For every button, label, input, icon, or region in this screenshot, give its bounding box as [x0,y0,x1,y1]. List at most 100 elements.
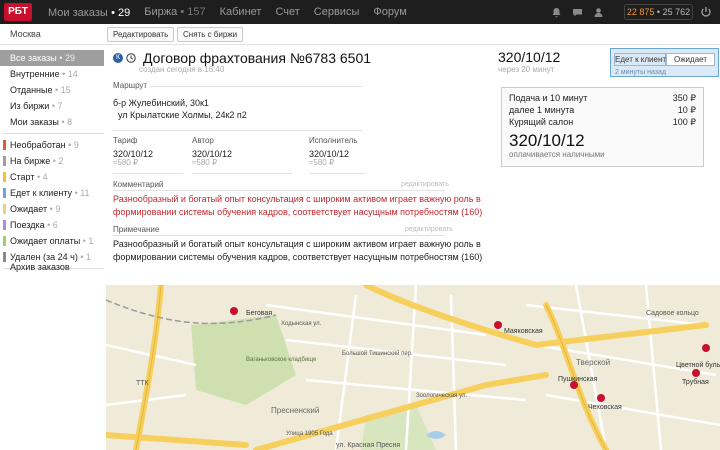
note-line: Разнообразный и богатый опыт консультаци… [113,239,481,249]
sidebar-item-label: Поездка [10,220,45,230]
sidebar-item-status[interactable]: Ожидает • 9 [0,201,104,217]
sidebar-item-label: Ожидает оплаты [10,236,81,246]
power-icon[interactable] [700,6,712,18]
chat-icon[interactable] [572,7,583,18]
balance-badge[interactable]: 22 875 • 25 762 [624,4,693,20]
user-icon[interactable] [593,7,604,18]
note-line: формировании системы обучения кадров, со… [113,252,483,262]
archive-link[interactable]: Архив заказов [10,262,70,272]
price-receipt: Подача и 10 минут 350 ₽ далее 1 минута 10 … [501,87,704,167]
order-type-badge: К [113,53,123,63]
sidebar-item-count: 4 [42,172,48,182]
sidebar-item-count: 6 [52,220,58,230]
sidebar-item-count: 11 [80,188,90,198]
map-label: ТТК [136,380,150,387]
map-label: Зоологическая ул. [416,393,467,399]
order-time: 320/10/12 [498,49,561,65]
sub-bar: Москва Редактировать Снять с биржи [0,24,720,45]
sidebar-item-count: 15 [60,85,71,95]
status-next-button[interactable]: Ожидает [666,53,715,66]
edit-order-button[interactable]: Редактировать [107,27,175,42]
nav-label: Мои заказы [48,7,108,19]
sidebar-item-from-exchange[interactable]: Из биржи • 7 [0,98,104,114]
note-edit-link[interactable]: редактировать [405,226,453,233]
order-created: создан сегодня в 16:40 [139,65,225,74]
sidebar-item-label: На бирже [10,156,51,166]
status-color-bar [3,140,6,150]
top-icons [551,0,604,24]
sidebar-item-count: 1 [86,252,92,262]
sidebar-item-label: Старт [10,172,35,182]
divider [192,173,292,174]
balance-primary: 22 875 [626,7,655,17]
nav-cabinet[interactable]: Кабинет [220,6,262,18]
comment-edit-link[interactable]: редактировать [401,181,449,188]
map-label: Ходынская ул. [281,321,322,327]
nav-forum[interactable]: Форум [373,6,406,18]
status-color-bar [3,172,6,182]
sidebar-item-status[interactable]: Ожидает оплаты • 1 [0,233,104,249]
remove-from-exchange-button[interactable]: Снять с биржи [177,27,244,42]
author-label: Автор [192,136,214,145]
map-label: Маяковская [504,328,543,335]
city-selector[interactable]: Москва [10,29,41,39]
sidebar-item-count: 7 [57,101,63,111]
receipt-total: 320/10/12 [509,131,585,150]
sidebar: Все заказы • 29 Внутренние • 14 Отданные… [0,50,104,272]
logo[interactable]: РБТ [4,3,32,21]
map-label: Большой Тишинский пер. [342,350,413,357]
sidebar-item-label: Ожидает [10,204,48,214]
sidebar-item-mine[interactable]: Мои заказы • 8 [0,114,104,130]
sidebar-item-status[interactable]: На бирже • 2 [0,153,104,169]
sidebar-item-all[interactable]: Все заказы • 29 [0,50,104,66]
status-color-bar [3,236,6,246]
divider [309,173,365,174]
sidebar-item-internal[interactable]: Внутренние • 14 [0,66,104,82]
sidebar-item-given[interactable]: Отданные • 15 [0,82,104,98]
receipt-row: далее 1 минута 10 ₽ [509,105,696,116]
note-label: Примечание [113,225,160,234]
divider [113,130,363,131]
executor-label: Исполнитель [309,136,358,145]
sidebar-item-status[interactable]: Старт • 4 [0,169,104,185]
receipt-row: Подача и 10 минут 350 ₽ [509,93,696,104]
status-current-button[interactable]: Едет к клиенту [614,53,670,66]
nav-exchange[interactable]: Биржа • 157 [144,6,205,18]
sidebar-item-label: Необработан [10,140,66,150]
receipt-row-label: Подача и 10 минут [509,93,588,103]
comment-line: формировании системы обучения кадров, со… [113,207,483,217]
divider [113,173,183,174]
status-note: 2 минуты назад [615,69,666,76]
receipt-row: Курящий салон 100 ₽ [509,117,696,128]
map-label: Цветной бульвар [676,361,720,369]
sidebar-item-count: 9 [73,140,79,150]
bell-icon[interactable] [551,7,562,18]
sidebar-item-status[interactable]: Необработан • 9 [0,137,104,153]
receipt-row-value: 10 ₽ [677,105,696,115]
map-label: Трубная [682,378,709,386]
sidebar-item-count: 29 [64,53,75,63]
sidebar-item-status[interactable]: Поездка • 6 [0,217,104,233]
map-label: Улица 1905 Года [286,431,333,437]
sidebar-item-count: 14 [67,69,78,79]
order-detail: К Договор фрахтования №6783 6501 создан … [106,45,720,285]
nav-services[interactable]: Сервисы [314,6,360,18]
order-title-row: К Договор фрахтования №6783 6501 [113,50,371,66]
status-color-bar [3,156,6,166]
comment-line: Разнообразный и богатый опыт консультаци… [113,194,481,204]
receipt-row-value: 100 ₽ [672,117,696,127]
sidebar-item-label: Мои заказы [10,117,59,127]
nav-my-orders[interactable]: Мои заказы • 29 [48,5,130,19]
route-map[interactable]: Беговая Маяковская Цветной бульвар Трубн… [106,285,720,450]
sidebar-item-count: 8 [67,117,73,127]
comment-label: Комментарий [113,180,164,189]
tariff-label: Тариф [113,136,138,145]
order-title: Договор фрахтования №6783 6501 [143,50,372,66]
sidebar-item-label: Удален (за 24 ч) [10,252,78,262]
nav-account[interactable]: Счет [275,6,299,18]
receipt-payment: оплачивается наличными [509,150,605,159]
map-label: Пресненский [271,406,319,415]
sidebar-item-status[interactable]: Едет к клиенту • 11 [0,185,104,201]
executor-sub: ≈580 ₽ [309,158,335,167]
sidebar-item-count: 9 [55,204,61,214]
